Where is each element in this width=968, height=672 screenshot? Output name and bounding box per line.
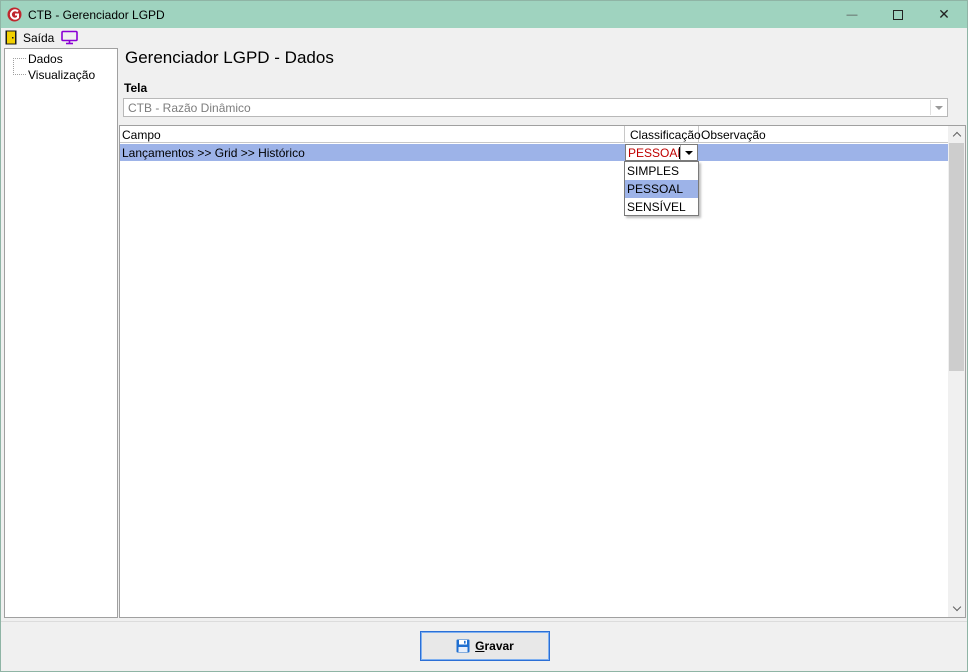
chevron-down-icon — [934, 105, 943, 110]
tela-select-value: CTB - Razão Dinâmico — [128, 101, 251, 115]
window-title: CTB - Gerenciador LGPD — [28, 8, 165, 22]
exit-menu-label: Saída — [23, 30, 55, 45]
classificacao-dropdown-button[interactable] — [680, 145, 697, 160]
chevron-down-icon — [952, 602, 961, 612]
tree-item-dados[interactable]: Dados — [13, 51, 63, 66]
dropdown-option-sensivel[interactable]: SENSÍVEL — [625, 198, 698, 216]
title-bar[interactable]: CTB - Gerenciador LGPD — ✕ — [1, 1, 967, 28]
tree-item-label: Dados — [28, 51, 63, 66]
table-row[interactable]: Lançamentos >> Grid >> Histórico PESSOAL — [120, 144, 949, 161]
minimize-button[interactable]: — — [829, 1, 875, 28]
tree-item-visualizacao[interactable]: Visualização — [13, 67, 95, 82]
app-window: CTB - Gerenciador LGPD — ✕ Saída Dados V… — [0, 0, 968, 672]
chevron-up-icon — [952, 131, 961, 141]
tela-select[interactable]: CTB - Razão Dinâmico — [123, 98, 948, 117]
cell-campo[interactable]: Lançamentos >> Grid >> Histórico — [120, 144, 625, 161]
scroll-up-button[interactable] — [948, 126, 965, 143]
tela-select-dropdown-button[interactable] — [930, 100, 946, 115]
grid-header: Campo Classificação Observação — [120, 126, 949, 143]
chevron-down-icon — [685, 150, 693, 155]
app-logo-icon — [7, 7, 22, 22]
data-grid: Campo Classificação Observação Lançament… — [119, 125, 966, 618]
classificacao-editor-value: PESSOAL — [628, 146, 685, 160]
column-header-observacao[interactable]: Observação — [699, 126, 949, 143]
page-title: Gerenciador LGPD - Dados — [125, 48, 334, 67]
scrollbar-thumb[interactable] — [949, 143, 964, 371]
classificacao-dropdown-list: SIMPLES PESSOAL SENSÍVEL — [624, 161, 699, 216]
save-button[interactable]: Gravar — [420, 631, 550, 661]
door-icon — [5, 30, 17, 45]
vertical-scrollbar[interactable] — [948, 126, 965, 617]
tree-branch-line — [13, 74, 26, 75]
floppy-disk-icon — [456, 639, 470, 653]
dropdown-option-simples[interactable]: SIMPLES — [625, 162, 698, 180]
save-button-label: Gravar — [475, 639, 514, 653]
maximize-button[interactable] — [875, 1, 921, 28]
close-button[interactable]: ✕ — [921, 1, 967, 28]
dropdown-option-pessoal[interactable]: PESSOAL — [625, 180, 698, 198]
tree-item-label: Visualização — [28, 67, 96, 82]
classificacao-cell-editor[interactable]: PESSOAL — [625, 144, 698, 161]
navigation-tree: Dados Visualização — [4, 48, 118, 618]
scroll-down-button[interactable] — [948, 600, 965, 617]
column-header-campo[interactable]: Campo — [120, 126, 625, 143]
monitor-icon[interactable] — [61, 30, 78, 45]
tree-branch-line — [13, 58, 26, 59]
exit-menu-item[interactable]: Saída — [5, 29, 54, 46]
footer-divider — [1, 621, 967, 622]
close-icon: ✕ — [938, 6, 950, 22]
maximize-icon — [893, 9, 903, 20]
minimize-icon: — — [846, 8, 858, 21]
tela-label: Tela — [124, 81, 148, 95]
column-header-classificacao[interactable]: Classificação — [625, 126, 701, 143]
menu-bar: Saída — [1, 28, 967, 48]
cell-observacao[interactable] — [699, 144, 949, 161]
